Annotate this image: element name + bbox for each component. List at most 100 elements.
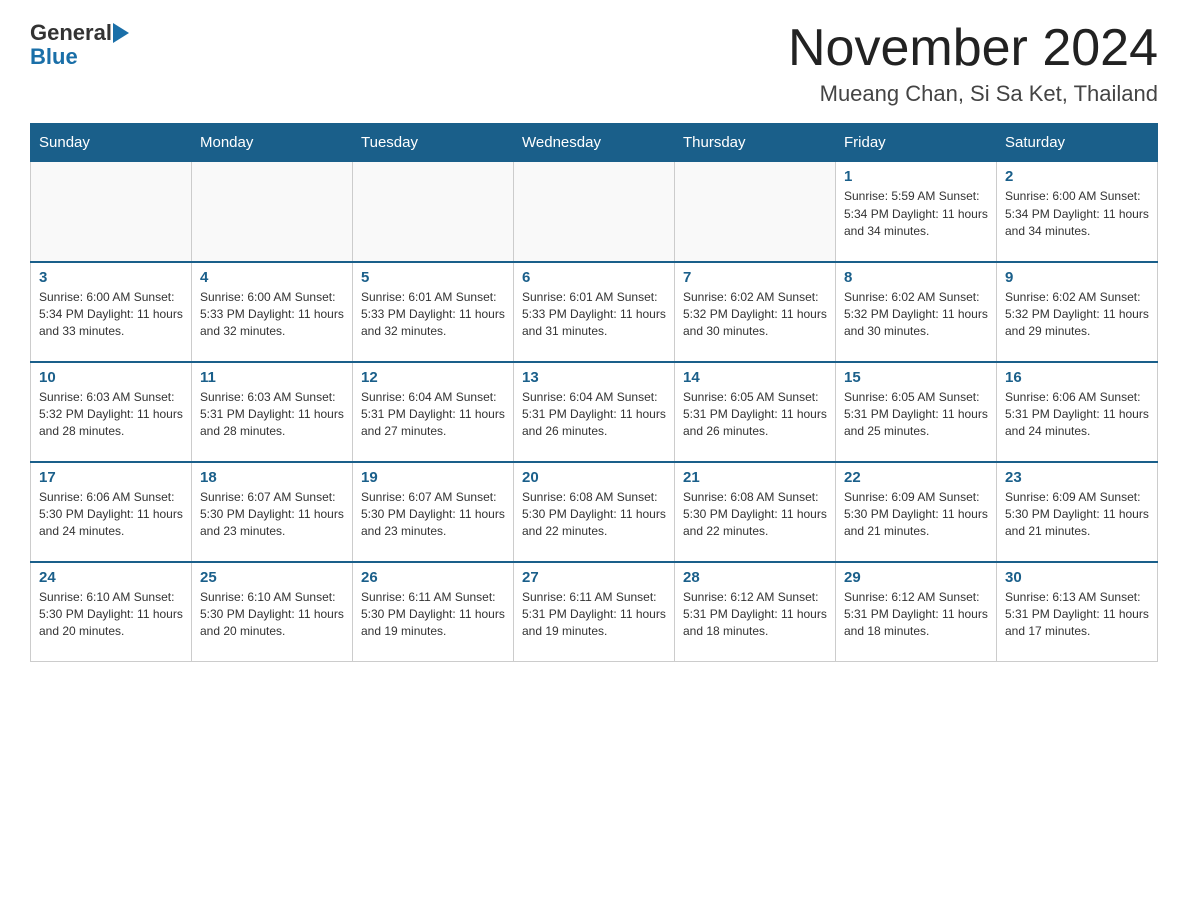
day-info: Sunrise: 6:02 AM Sunset: 5:32 PM Dayligh…: [844, 289, 988, 341]
day-info: Sunrise: 6:12 AM Sunset: 5:31 PM Dayligh…: [683, 589, 827, 641]
day-number: 1: [844, 168, 988, 185]
calendar-cell: [675, 162, 836, 262]
day-info: Sunrise: 6:10 AM Sunset: 5:30 PM Dayligh…: [200, 589, 344, 641]
day-info: Sunrise: 6:06 AM Sunset: 5:31 PM Dayligh…: [1005, 389, 1149, 441]
day-number: 17: [39, 469, 183, 486]
calendar-cell: 17 Sunrise: 6:06 AM Sunset: 5:30 PM Dayli…: [31, 462, 192, 562]
calendar-cell: 8 Sunrise: 6:02 AM Sunset: 5:32 PM Daylig…: [836, 262, 997, 362]
calendar-cell: 5 Sunrise: 6:01 AM Sunset: 5:33 PM Daylig…: [353, 262, 514, 362]
logo: General Blue: [30, 20, 131, 70]
calendar-cell: 13 Sunrise: 6:04 AM Sunset: 5:31 PM Dayli…: [514, 362, 675, 462]
day-info: Sunrise: 5:59 AM Sunset: 5:34 PM Dayligh…: [844, 188, 988, 240]
calendar-cell: 6 Sunrise: 6:01 AM Sunset: 5:33 PM Daylig…: [514, 262, 675, 362]
month-title: November 2024: [788, 20, 1158, 77]
calendar-cell: 9Sunrise: 6:02 AM Sunset: 5:32 PM Daylig…: [997, 262, 1158, 362]
calendar-cell: 21 Sunrise: 6:08 AM Sunset: 5:30 PM Dayli…: [675, 462, 836, 562]
col-wednesday: Wednesday: [514, 124, 675, 162]
title-area: November 2024 Mueang Chan, Si Sa Ket, Th…: [788, 20, 1158, 107]
day-number: 16: [1005, 369, 1149, 386]
day-info: Sunrise: 6:05 AM Sunset: 5:31 PM Dayligh…: [683, 389, 827, 441]
day-info: Sunrise: 6:01 AM Sunset: 5:33 PM Dayligh…: [522, 289, 666, 341]
day-number: 18: [200, 469, 344, 486]
day-info: Sunrise: 6:04 AM Sunset: 5:31 PM Dayligh…: [522, 389, 666, 441]
day-info: Sunrise: 6:07 AM Sunset: 5:30 PM Dayligh…: [361, 489, 505, 541]
day-number: 27: [522, 569, 666, 586]
calendar-cell: 18 Sunrise: 6:07 AM Sunset: 5:30 PM Dayli…: [192, 462, 353, 562]
day-number: 28: [683, 569, 827, 586]
calendar-cell: 24 Sunrise: 6:10 AM Sunset: 5:30 PM Dayli…: [31, 562, 192, 662]
day-number: 5: [361, 269, 505, 286]
col-saturday: Saturday: [997, 124, 1158, 162]
day-info: Sunrise: 6:03 AM Sunset: 5:31 PM Dayligh…: [200, 389, 344, 441]
day-info: Sunrise: 6:09 AM Sunset: 5:30 PM Dayligh…: [844, 489, 988, 541]
day-number: 30: [1005, 569, 1149, 586]
page-header: General Blue November 2024 Mueang Chan, …: [30, 20, 1158, 107]
day-number: 22: [844, 469, 988, 486]
day-info: Sunrise: 6:05 AM Sunset: 5:31 PM Dayligh…: [844, 389, 988, 441]
calendar-cell: 10Sunrise: 6:03 AM Sunset: 5:32 PM Dayli…: [31, 362, 192, 462]
col-sunday: Sunday: [31, 124, 192, 162]
calendar-week-row: 17 Sunrise: 6:06 AM Sunset: 5:30 PM Dayli…: [31, 462, 1158, 562]
day-number: 23: [1005, 469, 1149, 486]
day-number: 21: [683, 469, 827, 486]
day-number: 12: [361, 369, 505, 386]
calendar-cell: 28 Sunrise: 6:12 AM Sunset: 5:31 PM Dayli…: [675, 562, 836, 662]
day-number: 2: [1005, 168, 1149, 185]
day-number: 4: [200, 269, 344, 286]
day-info: Sunrise: 6:11 AM Sunset: 5:31 PM Dayligh…: [522, 589, 666, 641]
logo-blue-text: Blue: [30, 44, 78, 70]
location-title: Mueang Chan, Si Sa Ket, Thailand: [788, 81, 1158, 107]
day-number: 25: [200, 569, 344, 586]
day-number: 15: [844, 369, 988, 386]
calendar-cell: 20 Sunrise: 6:08 AM Sunset: 5:30 PM Dayli…: [514, 462, 675, 562]
calendar-cell: 1 Sunrise: 5:59 AM Sunset: 5:34 PM Daylig…: [836, 162, 997, 262]
calendar-cell: 11Sunrise: 6:03 AM Sunset: 5:31 PM Dayli…: [192, 362, 353, 462]
day-number: 3: [39, 269, 183, 286]
day-number: 13: [522, 369, 666, 386]
day-number: 19: [361, 469, 505, 486]
calendar-cell: 2Sunrise: 6:00 AM Sunset: 5:34 PM Daylig…: [997, 162, 1158, 262]
calendar-cell: 30 Sunrise: 6:13 AM Sunset: 5:31 PM Dayli…: [997, 562, 1158, 662]
calendar-cell: [514, 162, 675, 262]
calendar-week-row: 24 Sunrise: 6:10 AM Sunset: 5:30 PM Dayli…: [31, 562, 1158, 662]
calendar-table: Sunday Monday Tuesday Wednesday Thursday…: [30, 123, 1158, 662]
col-friday: Friday: [836, 124, 997, 162]
calendar-week-row: 10Sunrise: 6:03 AM Sunset: 5:32 PM Dayli…: [31, 362, 1158, 462]
logo-bottom-row: Blue: [30, 42, 78, 70]
calendar-cell: 19 Sunrise: 6:07 AM Sunset: 5:30 PM Dayli…: [353, 462, 514, 562]
calendar-week-row: 1 Sunrise: 5:59 AM Sunset: 5:34 PM Daylig…: [31, 162, 1158, 262]
day-info: Sunrise: 6:00 AM Sunset: 5:34 PM Dayligh…: [39, 289, 183, 341]
day-info: Sunrise: 6:10 AM Sunset: 5:30 PM Dayligh…: [39, 589, 183, 641]
day-info: Sunrise: 6:13 AM Sunset: 5:31 PM Dayligh…: [1005, 589, 1149, 641]
day-number: 6: [522, 269, 666, 286]
day-number: 9: [1005, 269, 1149, 286]
calendar-cell: 15 Sunrise: 6:05 AM Sunset: 5:31 PM Dayli…: [836, 362, 997, 462]
day-info: Sunrise: 6:06 AM Sunset: 5:30 PM Dayligh…: [39, 489, 183, 541]
calendar-cell: 26Sunrise: 6:11 AM Sunset: 5:30 PM Dayli…: [353, 562, 514, 662]
calendar-cell: 22 Sunrise: 6:09 AM Sunset: 5:30 PM Dayli…: [836, 462, 997, 562]
day-info: Sunrise: 6:08 AM Sunset: 5:30 PM Dayligh…: [522, 489, 666, 541]
calendar-cell: 14Sunrise: 6:05 AM Sunset: 5:31 PM Dayli…: [675, 362, 836, 462]
calendar-header-row: Sunday Monday Tuesday Wednesday Thursday…: [31, 124, 1158, 162]
day-number: 8: [844, 269, 988, 286]
day-number: 26: [361, 569, 505, 586]
calendar-cell: [192, 162, 353, 262]
day-number: 24: [39, 569, 183, 586]
day-info: Sunrise: 6:09 AM Sunset: 5:30 PM Dayligh…: [1005, 489, 1149, 541]
calendar-cell: [31, 162, 192, 262]
calendar-cell: 29Sunrise: 6:12 AM Sunset: 5:31 PM Dayli…: [836, 562, 997, 662]
day-number: 10: [39, 369, 183, 386]
col-tuesday: Tuesday: [353, 124, 514, 162]
day-info: Sunrise: 6:08 AM Sunset: 5:30 PM Dayligh…: [683, 489, 827, 541]
day-info: Sunrise: 6:07 AM Sunset: 5:30 PM Dayligh…: [200, 489, 344, 541]
day-number: 20: [522, 469, 666, 486]
col-thursday: Thursday: [675, 124, 836, 162]
day-info: Sunrise: 6:04 AM Sunset: 5:31 PM Dayligh…: [361, 389, 505, 441]
col-monday: Monday: [192, 124, 353, 162]
day-info: Sunrise: 6:01 AM Sunset: 5:33 PM Dayligh…: [361, 289, 505, 341]
day-info: Sunrise: 6:02 AM Sunset: 5:32 PM Dayligh…: [683, 289, 827, 341]
calendar-cell: 23 Sunrise: 6:09 AM Sunset: 5:30 PM Dayli…: [997, 462, 1158, 562]
calendar-cell: 25 Sunrise: 6:10 AM Sunset: 5:30 PM Dayli…: [192, 562, 353, 662]
day-number: 29: [844, 569, 988, 586]
calendar-cell: 16 Sunrise: 6:06 AM Sunset: 5:31 PM Dayli…: [997, 362, 1158, 462]
